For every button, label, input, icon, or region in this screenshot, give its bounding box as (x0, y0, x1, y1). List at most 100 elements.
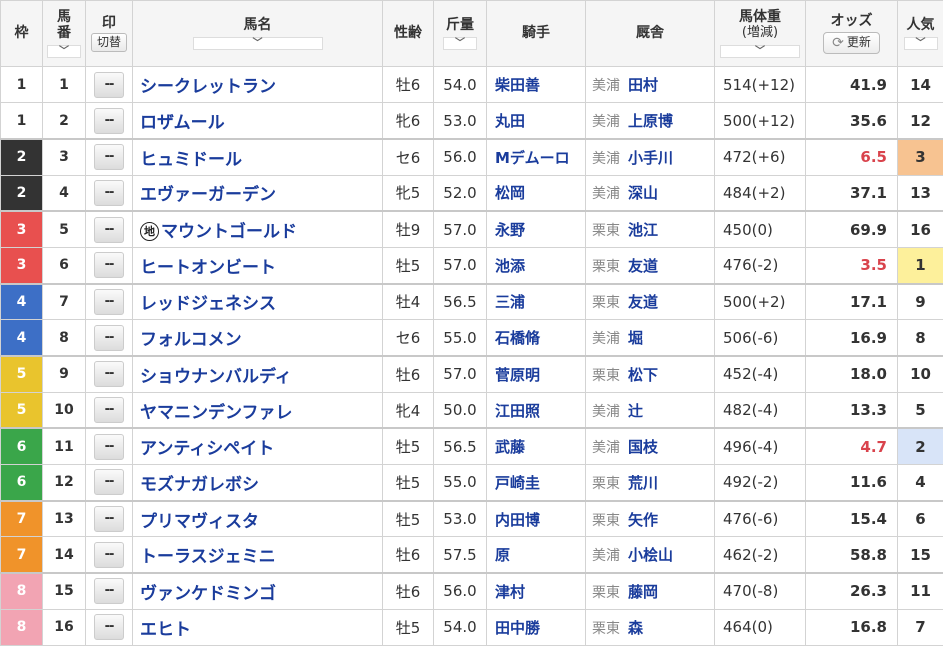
mark-select-button[interactable]: -- (94, 506, 124, 533)
mark-select-button[interactable]: -- (94, 324, 124, 351)
horse-name-link[interactable]: 地マウントゴールド (132, 210, 383, 248)
horse-name-link[interactable]: ヒートオンビート (132, 246, 383, 285)
trainer-link[interactable]: 藤岡 (628, 583, 658, 601)
horse-name-link[interactable]: エヒト (132, 608, 383, 646)
horse-name-link[interactable]: トーラスジェミニ (132, 536, 383, 574)
trainer-link[interactable]: 池江 (628, 221, 658, 239)
trainer-link[interactable]: 国枝 (628, 438, 658, 456)
sort-chevron-icon[interactable]: ﹀ (903, 37, 938, 51)
horse-name-link[interactable]: モズナガレボシ (132, 464, 383, 502)
jockey-link[interactable]: 石橋脩 (486, 319, 586, 357)
sex-age-cell: 牡5 (382, 246, 434, 285)
horse-name-link[interactable]: エヴァーガーデン (132, 174, 383, 212)
trainer-link[interactable]: 矢作 (628, 511, 658, 529)
horse-name-link[interactable]: ロザムール (132, 102, 383, 140)
jockey-link[interactable]: 柴田善 (486, 65, 586, 104)
mark-select-button[interactable]: -- (94, 252, 124, 279)
horse-name: ショウナンバルディ (140, 366, 292, 387)
odds-cell: 35.6 (805, 102, 898, 140)
jockey-link[interactable]: 松岡 (486, 174, 586, 212)
kinryo-cell: 55.0 (433, 464, 487, 502)
mark-select-button[interactable]: -- (94, 288, 124, 315)
header-kinryo[interactable]: 斤量 ﹀ (433, 0, 487, 67)
refresh-odds-button[interactable]: ⟳ 更新 (823, 32, 880, 55)
mark-select-button[interactable]: -- (94, 578, 124, 605)
sort-chevron-icon[interactable]: ﹀ (720, 44, 800, 58)
popularity-cell: 12 (897, 102, 943, 140)
trainer-link[interactable]: 堀 (628, 329, 643, 347)
jockey-link[interactable]: 池添 (486, 246, 586, 285)
jockey-link[interactable]: 武藤 (486, 427, 586, 466)
mark-select-button[interactable]: -- (94, 216, 124, 243)
kinryo-cell: 56.0 (433, 137, 487, 176)
trainer-link[interactable]: 上原博 (628, 112, 673, 130)
mark-switch-button[interactable]: 切替 (90, 32, 127, 53)
mark-select-button[interactable]: -- (94, 397, 124, 424)
odds-cell: 69.9 (805, 210, 898, 248)
header-weight[interactable]: 馬体重 (増減) ﹀ (714, 0, 806, 67)
mark-cell: -- (85, 210, 133, 248)
horse-name-link[interactable]: ヒュミドール (132, 137, 383, 176)
jockey-link[interactable]: 田中勝 (486, 608, 586, 646)
horse-name-link[interactable]: プリマヴィスタ (132, 499, 383, 538)
horse-name-link[interactable]: アンティシペイト (132, 427, 383, 466)
horse-weight-cell: 450(0) (714, 210, 806, 248)
horse-name-link[interactable]: レッドジェネシス (132, 282, 383, 321)
header-waku[interactable]: 枠 (0, 0, 43, 67)
trainer-link[interactable]: 森 (628, 619, 643, 637)
mark-cell: -- (85, 319, 133, 357)
jockey-link[interactable]: 戸崎圭 (486, 464, 586, 502)
waku-cell: 3 (0, 246, 43, 285)
mark-select-button[interactable]: -- (94, 433, 124, 460)
jockey-link[interactable]: 内田博 (486, 499, 586, 538)
sort-chevron-icon[interactable]: ﹀ (192, 37, 323, 51)
mark-select-button[interactable]: -- (94, 361, 124, 388)
horse-name-link[interactable]: ヴァンケドミンゴ (132, 572, 383, 610)
sort-chevron-icon[interactable]: ﹀ (47, 45, 81, 59)
popularity-cell: 7 (897, 608, 943, 646)
waku-cell: 6 (0, 427, 43, 466)
jockey-link[interactable]: 菅原明 (486, 354, 586, 393)
horse-name-link[interactable]: ショウナンバルディ (132, 354, 383, 393)
table-row: 4 8 -- フォルコメン セ6 55.0 石橋脩 美浦堀 506(-6) 16.9 8 (0, 319, 943, 357)
horse-name-link[interactable]: シークレットラン (132, 65, 383, 104)
horse-weight-cell: 452(-4) (714, 354, 806, 393)
trainer-link[interactable]: 友道 (628, 257, 658, 275)
jockey-link[interactable]: 三浦 (486, 282, 586, 321)
mark-select-button[interactable]: -- (94, 71, 124, 98)
odds-cell: 6.5 (805, 137, 898, 176)
table-row: 2 4 -- エヴァーガーデン 牝5 52.0 松岡 美浦 深山 484(+2) 37.1 13 (0, 174, 943, 212)
header-popularity[interactable]: 人気 ﹀ (897, 0, 943, 67)
horse-name-link[interactable]: ヤマニンデンファレ (132, 391, 383, 429)
mark-select-button[interactable]: -- (94, 144, 124, 171)
jockey-link[interactable]: 江田照 (486, 391, 586, 429)
trainer-link[interactable]: 荒川 (628, 474, 658, 492)
umaban-cell: 7 (42, 282, 86, 321)
trainer-link[interactable]: 辻 (628, 402, 643, 420)
jockey-link[interactable]: 原 (486, 536, 586, 574)
trainer-link[interactable]: 小桧山 (628, 546, 673, 564)
sort-chevron-icon[interactable]: ﹀ (443, 37, 477, 51)
jockey-link[interactable]: Mデムーロ (486, 137, 586, 176)
mark-select-button[interactable]: -- (94, 614, 124, 641)
jockey-link[interactable]: 丸田 (486, 102, 586, 140)
header-horse[interactable]: 馬名 ﹀ (132, 0, 383, 67)
mark-select-button[interactable]: -- (94, 541, 124, 568)
header-umaban[interactable]: 馬 番 ﹀ (42, 0, 86, 67)
trainer-link[interactable]: 田村 (628, 76, 658, 94)
trainer-link[interactable]: 深山 (628, 184, 658, 202)
trainer-link[interactable]: 友道 (628, 293, 658, 311)
sex-age-cell: 牡4 (382, 282, 434, 321)
table-row: 2 3 -- ヒュミドール セ6 56.0 Mデムーロ 美浦 小手川 472(+6) 6.5 3 (0, 137, 943, 176)
trainer-link[interactable]: 小手川 (628, 149, 673, 167)
umaban-cell: 16 (42, 608, 86, 646)
jockey-link[interactable]: 津村 (486, 572, 586, 610)
trainer-link[interactable]: 松下 (628, 366, 658, 384)
horse-name-link[interactable]: フォルコメン (132, 319, 383, 357)
stable-cell: 美浦堀 (585, 319, 715, 357)
mark-select-button[interactable]: -- (94, 107, 124, 134)
mark-select-button[interactable]: -- (94, 469, 124, 496)
jockey-link[interactable]: 永野 (486, 210, 586, 248)
mark-select-button[interactable]: -- (94, 179, 124, 206)
odds-cell: 16.9 (805, 319, 898, 357)
